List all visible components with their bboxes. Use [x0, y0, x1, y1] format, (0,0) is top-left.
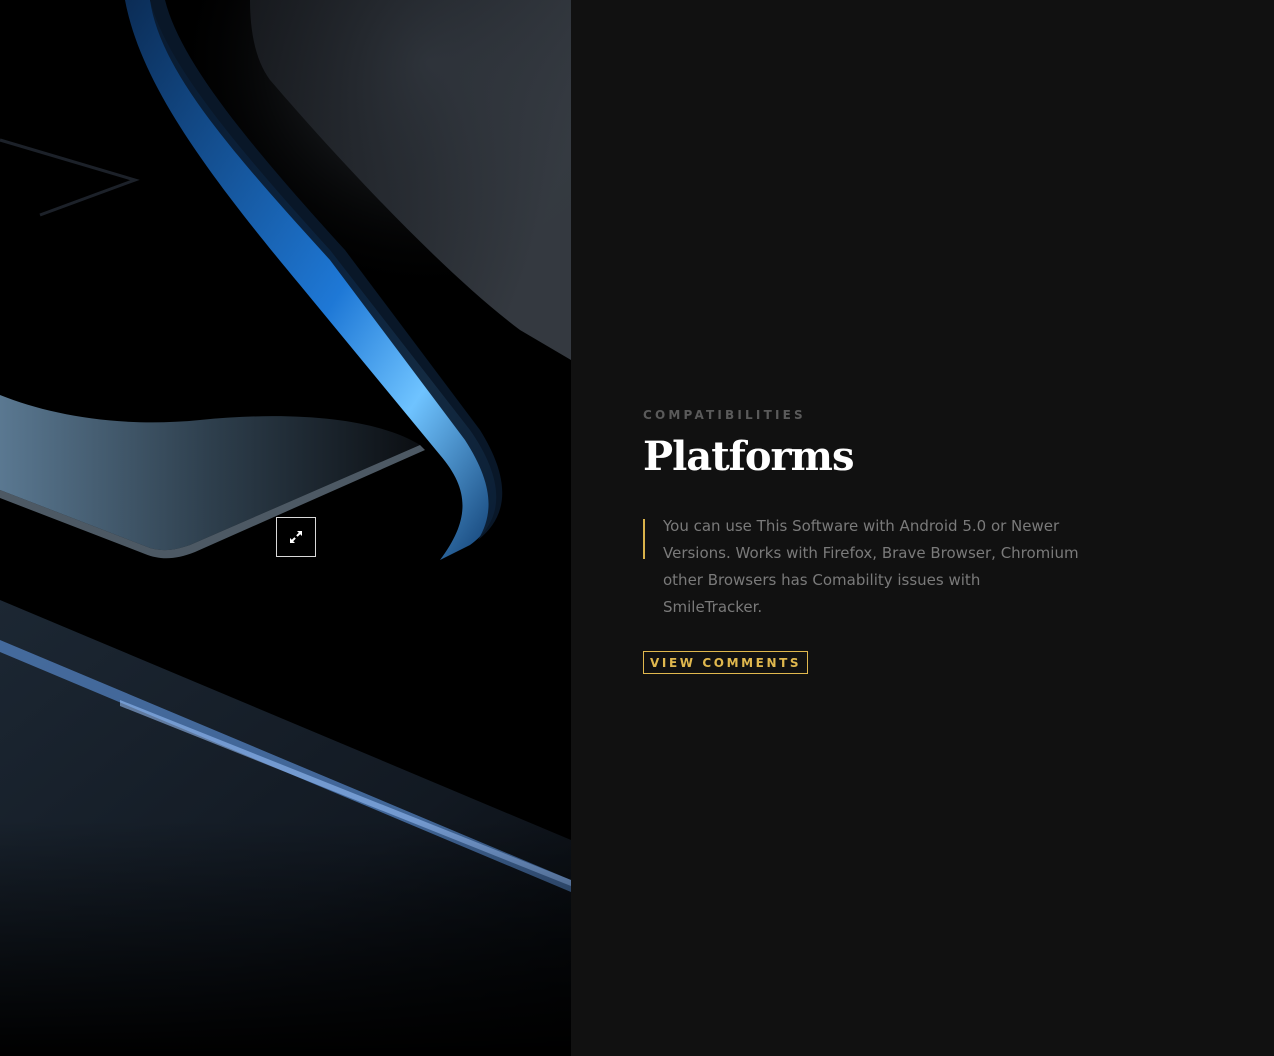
expand-icon: [290, 531, 302, 543]
description-blockquote: You can use This Software with Android 5…: [643, 513, 1103, 621]
section-description: You can use This Software with Android 5…: [663, 517, 1079, 616]
content-panel: COMPATIBILITIES Platforms You can use Th…: [571, 0, 1274, 1056]
quote-accent-bar: [643, 519, 645, 559]
view-comments-button[interactable]: VIEW COMMENTS: [643, 651, 809, 674]
platforms-section: COMPATIBILITIES Platforms You can use Th…: [643, 406, 1103, 674]
section-eyebrow: COMPATIBILITIES: [643, 408, 806, 422]
hero-image: [0, 0, 571, 1056]
section-title: Platforms: [643, 433, 854, 480]
page: COMPATIBILITIES Platforms You can use Th…: [0, 0, 1274, 1056]
expand-image-button[interactable]: [276, 517, 316, 557]
